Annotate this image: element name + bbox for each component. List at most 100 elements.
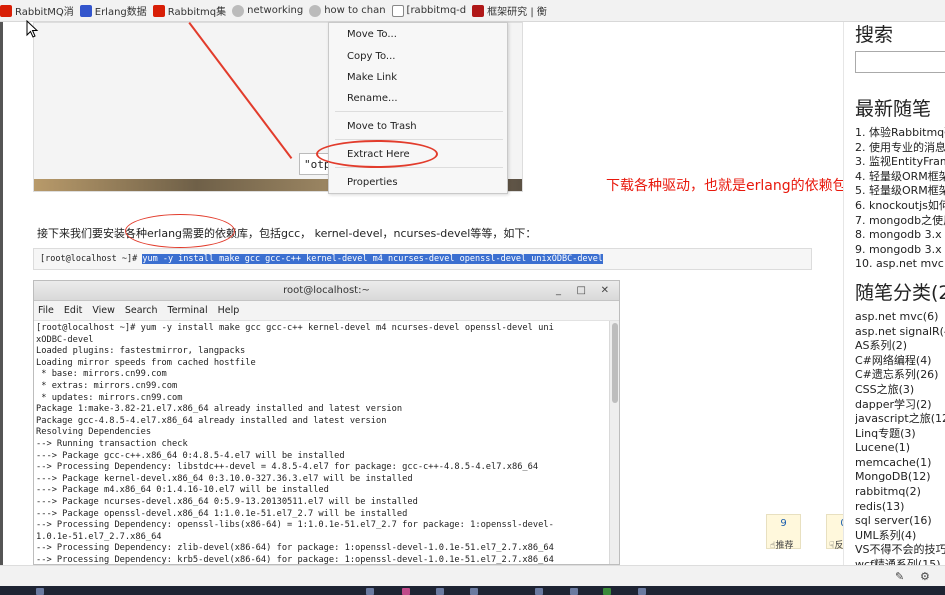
extension-icon[interactable]: ⚙	[920, 570, 930, 583]
search-heading: 搜索	[855, 24, 894, 46]
mouse-cursor-icon	[26, 20, 39, 38]
terminal-line: --> Processing Dependency: openssl-libs(…	[36, 520, 554, 531]
bookmark-framework[interactable]: 框架研究 | 衡	[472, 0, 553, 22]
bookmark-erlang[interactable]: Erlang数据	[79, 0, 153, 22]
menu-item-properties[interactable]: Properties	[347, 177, 398, 188]
terminal-line: Loaded plugins: fastestmirror, langpacks	[36, 346, 246, 357]
menu-item-make-link[interactable]: Make Link	[347, 72, 397, 83]
minimize-icon[interactable]: _	[556, 281, 561, 301]
menu-item-move-to-trash[interactable]: Move to Trash	[347, 121, 417, 132]
category-link[interactable]: sql server(16)	[855, 514, 945, 529]
menu-item-copy-to[interactable]: Copy To...	[347, 51, 395, 62]
terminal-menubar: File Edit View Search Terminal Help	[34, 301, 619, 321]
menu-separator	[335, 111, 503, 112]
terminal-line: --> Processing Dependency: krb5-devel(x8…	[36, 554, 554, 564]
menu-search[interactable]: Search	[125, 305, 158, 316]
terminal-scrollbar[interactable]	[609, 321, 619, 564]
terminal-output: [root@localhost ~]# yum -y install make …	[34, 321, 619, 564]
category-link[interactable]: C#网络编程(4)	[855, 354, 945, 369]
recent-post-link[interactable]: 5. 轻量级ORM框架	[855, 184, 945, 199]
article-paragraph: 接下来我们要安装各种erlang需要的依赖库，包括gcc， kernel-dev…	[37, 227, 537, 240]
category-link[interactable]: dapper学习(2)	[855, 398, 945, 413]
taskbar-app-icon[interactable]	[36, 588, 44, 595]
category-link[interactable]: Linq专题(3)	[855, 427, 945, 442]
highlight-ellipse-erlang	[125, 214, 235, 248]
os-taskbar	[0, 586, 945, 595]
category-link[interactable]: asp.net signalR(4	[855, 325, 945, 340]
recent-post-link[interactable]: 3. 监视EntityFram	[855, 155, 945, 170]
scrollbar-thumb[interactable]	[612, 323, 618, 403]
menu-edit[interactable]: Edit	[64, 305, 82, 316]
recent-post-link[interactable]: 4. 轻量级ORM框架	[855, 170, 945, 185]
bookmark-networking[interactable]: networking	[232, 0, 309, 22]
search-input[interactable]	[855, 51, 945, 73]
terminal-line: Resolving Dependencies	[36, 427, 152, 438]
taskbar-app-icon[interactable]	[570, 588, 578, 595]
taskbar-app-icon[interactable]	[603, 588, 611, 595]
code-block[interactable]: [root@localhost ~]# yum -y install make …	[33, 248, 812, 270]
taskbar-app-icon[interactable]	[638, 588, 646, 595]
taskbar-app-icon[interactable]	[436, 588, 444, 595]
category-link[interactable]: UML系列(4)	[855, 529, 945, 544]
terminal-line: ---> Package kernel-devel.x86_64 0:3.10.…	[36, 473, 413, 484]
pin-icon[interactable]: ✎	[895, 570, 904, 583]
terminal-line: --> Processing Dependency: libstdc++-dev…	[36, 462, 539, 473]
category-link[interactable]: VS不得不会的技巧(	[855, 543, 945, 558]
bookmark-how-to-chan[interactable]: how to chan	[309, 0, 391, 22]
recent-post-link[interactable]: 2. 使用专业的消息队	[855, 141, 945, 156]
menu-item-move-to[interactable]: Move To...	[347, 29, 397, 40]
terminal-line: Package gcc-4.8.5-4.el7.x86_64 already i…	[36, 415, 387, 426]
menu-file[interactable]: File	[38, 305, 54, 316]
annotation-text: 下载各种驱动，也就是erlang的依赖包	[606, 178, 847, 194]
category-link[interactable]: MongoDB(12)	[855, 470, 945, 485]
category-link[interactable]: CSS之旅(3)	[855, 383, 945, 398]
menu-terminal[interactable]: Terminal	[168, 305, 208, 316]
recent-post-link[interactable]: 9. mongodb 3.x 之	[855, 243, 945, 258]
terminal-titlebar: root@localhost:~ _ □ ✕	[34, 281, 619, 301]
taskbar-app-icon[interactable]	[470, 588, 478, 595]
terminal-line: xODBC-devel	[36, 334, 94, 345]
doc-icon	[391, 4, 404, 17]
bookmark-rabbitmq-cluster[interactable]: Rabbitmq集	[152, 0, 232, 22]
recent-post-link[interactable]: 7. mongodb之使用	[855, 214, 945, 229]
highlight-ellipse-extract	[316, 140, 438, 168]
maximize-icon[interactable]: □	[577, 281, 586, 301]
dark-square-icon	[472, 4, 485, 17]
category-link[interactable]: redis(13)	[855, 500, 945, 515]
recent-post-link[interactable]: 10. asp.net mvc 之	[855, 257, 945, 272]
taskbar-app-icon[interactable]	[402, 588, 410, 595]
category-link[interactable]: Lucene(1)	[855, 441, 945, 456]
category-link[interactable]: AS系列(2)	[855, 339, 945, 354]
recent-post-link[interactable]: 8. mongodb 3.x 之	[855, 228, 945, 243]
recent-post-link[interactable]: 1. 体验Rabbitmq强	[855, 126, 945, 141]
bookmark-rabbitmq-d[interactable]: [rabbitmq-d	[391, 0, 473, 22]
bookmark-label: networking	[247, 5, 304, 16]
context-menu: Move To... Copy To... Make Link Rename..…	[328, 22, 508, 194]
recent-post-link[interactable]: 6. knockoutjs如何	[855, 199, 945, 214]
bookmark-label: [rabbitmq-d	[406, 5, 467, 16]
category-link[interactable]: rabbitmq(2)	[855, 485, 945, 500]
category-link[interactable]: asp.net mvc(6)	[855, 310, 945, 325]
menu-item-rename[interactable]: Rename...	[347, 93, 398, 104]
menu-view[interactable]: View	[92, 305, 115, 316]
terminal-line: [root@localhost ~]# yum -y install make …	[36, 323, 554, 333]
taskbar-app-icon[interactable]	[535, 588, 543, 595]
terminal-line: * extras: mirrors.cn99.com	[36, 380, 178, 391]
menu-help[interactable]: Help	[218, 305, 240, 316]
terminal-line: ---> Package m4.x86_64 0:1.4.16-10.el7 w…	[36, 485, 329, 496]
bookmark-label: 框架研究 | 衡	[487, 7, 547, 18]
category-link[interactable]: memcache(1)	[855, 456, 945, 471]
close-icon[interactable]: ✕	[601, 281, 609, 301]
category-link[interactable]: javascript之旅(12)	[855, 412, 945, 427]
category-link[interactable]: C#遗忘系列(26)	[855, 368, 945, 383]
bookmark-rabbitmq[interactable]: RabbitMQ消	[0, 0, 80, 22]
terminal-title: root@localhost:~	[283, 285, 370, 296]
bookmark-label: how to chan	[324, 5, 386, 16]
terminal-line: 1.0.1e-51.el7_2.7.x86_64	[36, 531, 162, 542]
bookmark-label: Rabbitmq集	[167, 7, 227, 18]
red-c-icon	[152, 4, 165, 17]
sidebar: 搜索 最新随笔 1. 体验Rabbitmq强 2. 使用专业的消息队 3. 监视…	[843, 22, 945, 571]
taskbar-app-icon[interactable]	[366, 588, 374, 595]
terminal-line: Package 1:make-3.82-21.el7.x86_64 alread…	[36, 404, 403, 415]
bookmarks-bar: RabbitMQ消 Erlang数据 Rabbitmq集 networking …	[0, 0, 945, 22]
